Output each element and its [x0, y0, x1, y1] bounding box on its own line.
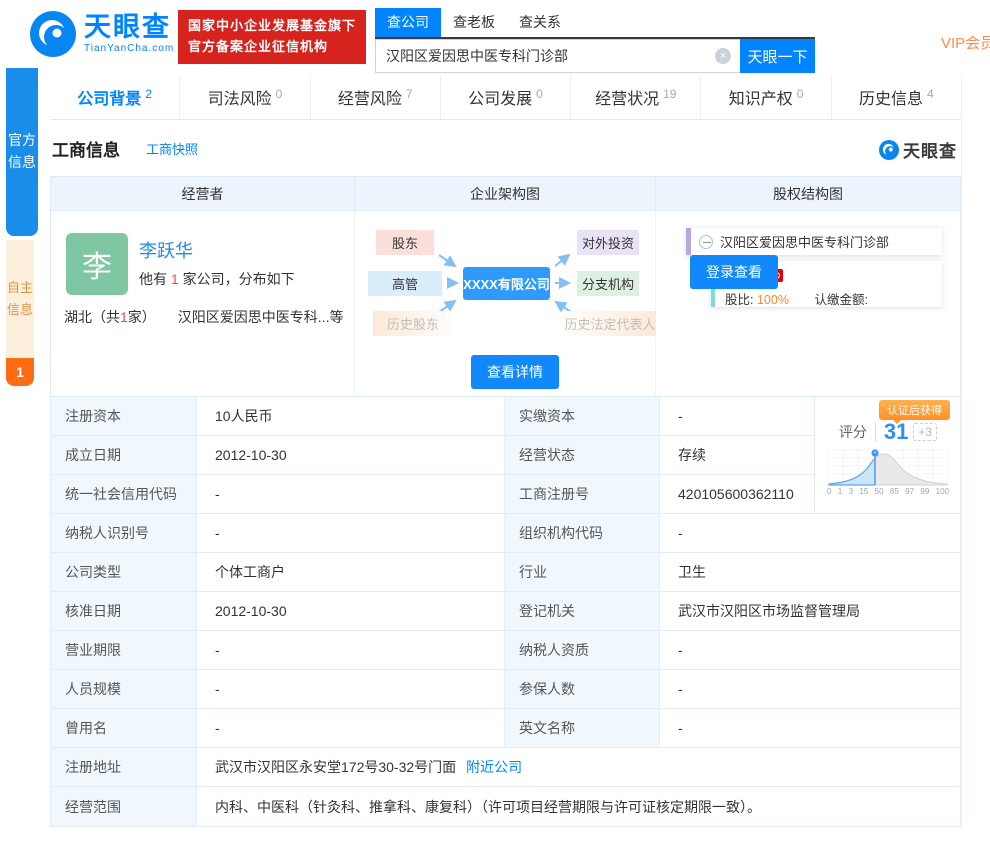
view-details-button[interactable]: 查看详情 — [471, 355, 559, 389]
operator-company-link[interactable]: 汉阳区爱因思中医专科...等 — [178, 309, 344, 325]
org-node-historical-legal-rep: 历史法定代表人 — [564, 311, 656, 336]
table-row: 公司类型 个体工商户 行业 卫生 — [51, 553, 960, 592]
tab-company-development[interactable]: 公司发展 0 — [439, 75, 570, 119]
gov-certification-badge: 国家中小企业发展基金旗下 官方备案企业征信机构 — [178, 10, 367, 64]
operator-name-link[interactable]: 李跃华 — [139, 237, 193, 263]
watermark-text: 天眼查 — [903, 142, 957, 161]
tab-operating-risk[interactable]: 经营风险 7 — [309, 75, 440, 119]
table-row: 曾用名 - 英文名称 - — [51, 709, 960, 748]
section-title: 工商信息 — [52, 140, 120, 160]
gov-badge-line2: 官方备案企业征信机构 — [188, 38, 329, 54]
org-chart-cell: 股东 高管 历史股东 XXXX有限公司 对外投资 分支机构 历史法定代表人 查看… — [355, 211, 656, 396]
search-button[interactable]: 天眼一下 — [740, 39, 815, 73]
equity-root-node: 汉阳区爱因思中医专科门诊部 — [686, 228, 942, 255]
tianyancha-logo-icon — [30, 11, 76, 57]
search-tabs: 查公司 查老板 查关系 — [375, 8, 815, 39]
table-row: 纳税人识别号 - 组织机构代码 - — [51, 514, 960, 553]
search-tab-company[interactable]: 查公司 — [375, 8, 441, 37]
search-tab-boss[interactable]: 查老板 — [441, 8, 507, 37]
search-area: 查公司 查老板 查关系 × 天眼一下 — [375, 8, 815, 73]
nearby-companies-link[interactable]: 附近公司 — [466, 757, 522, 777]
tab-company-background[interactable]: 公司背景 2 — [50, 75, 179, 119]
ratio-label: 股比: — [725, 293, 754, 307]
table-row-business-scope: 经营范围 内科、中医科（针灸科、推拿科、康复科）（许可项目经营期限与许可证核定期… — [51, 787, 960, 826]
ratio-value: 100% — [756, 293, 789, 307]
org-node-historical-shareholders: 历史股东 — [373, 311, 453, 336]
business-scope-text: 内科、中医科（针灸科、推拿科、康复科）（许可项目经营期限与许可证核定期限一致）。 — [215, 798, 761, 815]
tab-judicial-risk[interactable]: 司法风险 0 — [179, 75, 309, 119]
equity-root-company-name: 汉阳区爱因思中医专科门诊部 — [720, 235, 890, 250]
tab-history-info[interactable]: 历史信息 4 — [830, 75, 961, 119]
registered-address: 武汉市汉阳区永安堂172号30-32号门面 — [215, 759, 457, 775]
subscribed-amount-label: 认缴金额: — [814, 293, 868, 307]
section-header: 工商信息 工商快照 天眼查 — [50, 120, 961, 176]
logo-brand-text: 天眼查 — [84, 12, 171, 42]
org-node-outbound-investment: 对外投资 — [577, 230, 639, 255]
clear-search-icon[interactable]: × — [715, 48, 731, 64]
self-info-count-badge[interactable]: 1 — [6, 358, 34, 386]
panel-header-equity-chart: 股权结构图 — [773, 185, 843, 202]
table-row: 营业期限 - 纳税人资质 - — [51, 631, 960, 670]
operator-avatar[interactable]: 李 — [66, 233, 128, 295]
overview-panel: 经营者 企业架构图 股权结构图 李 李跃华 他有 1 家公司，分布如下 湖北（共… — [50, 176, 961, 397]
login-to-view-button[interactable]: 登录查看 — [690, 255, 778, 289]
org-node-branches: 分支机构 — [577, 271, 639, 296]
business-snapshot-link[interactable]: 工商快照 — [146, 139, 198, 158]
operator-cell: 李 李跃华 他有 1 家公司，分布如下 湖北（共1家） 汉阳区爱因思中医专科...… — [51, 211, 355, 396]
search-tab-relation[interactable]: 查关系 — [507, 8, 573, 37]
score-distribution-chart — [827, 449, 949, 486]
registration-table: 认证后获得 评分 31 +3 0 1 3 15 50 85 97 99 100 … — [50, 397, 961, 827]
search-input[interactable] — [375, 39, 740, 73]
table-row: 核准日期 2012-10-30 登记机关 武汉市汉阳区市场监督管理局 — [51, 592, 960, 631]
logo-domain-text: TianYanCha.com — [84, 43, 175, 54]
sidebar-tab-self-info[interactable]: 自主信息 — [6, 240, 34, 358]
org-node-executives: 高管 — [368, 271, 442, 296]
org-node-shareholders: 股东 — [376, 230, 434, 255]
score-label: 评分 — [839, 422, 876, 442]
company-nav-tabs: 公司背景 2 司法风险 0 经营风险 7 公司发展 0 经营状况 19 知识产权 0 历史信… — [50, 75, 961, 120]
score-value: 31 — [883, 419, 909, 444]
sidebar-tab-official-info[interactable]: 官方信息 — [6, 68, 38, 236]
table-row-address: 注册地址 武汉市汉阳区永安堂172号30-32号门面 附近公司 — [51, 748, 960, 787]
tianyancha-logo[interactable]: 天眼查 TianYanCha.com — [30, 11, 174, 57]
panel-header-operator: 经营者 — [51, 177, 355, 210]
panel-header-org-chart: 企业架构图 — [355, 177, 656, 210]
watermark-logo: 天眼查 — [879, 137, 957, 162]
certify-to-get-badge[interactable]: 认证后获得 — [879, 400, 950, 424]
company-score-panel: 认证后获得 评分 31 +3 0 1 3 15 50 85 97 99 100 — [814, 397, 960, 514]
score-delta: +3 — [913, 423, 938, 441]
equity-chart-cell: 汉阳区爱因思中医专科门诊部 李跃华 股比: 100% 认缴金额: 登录查看 — [656, 211, 960, 396]
org-node-company: XXXX有限公司 — [463, 267, 550, 300]
gov-badge-line1: 国家中小企业发展基金旗下 — [188, 18, 357, 33]
main-content: 公司背景 2 司法风险 0 经营风险 7 公司发展 0 经营状况 19 知识产权 0 历史信… — [50, 75, 962, 827]
vip-member-link[interactable]: VIP会员 — [941, 32, 990, 53]
operator-region-line: 湖北（共1家） 汉阳区爱因思中医专科...等 — [64, 309, 344, 325]
operator-description: 他有 1 家公司，分布如下 — [139, 271, 295, 287]
table-row: 人员规模 - 参保人数 - — [51, 670, 960, 709]
watermark-logo-icon — [879, 139, 899, 160]
score-chart-axis: 01 3 15 50 85 97 99 100 — [827, 487, 949, 496]
tab-operating-status[interactable]: 经营状况 19 — [570, 75, 700, 119]
tab-intellectual-property[interactable]: 知识产权 0 — [700, 75, 830, 119]
header: 天眼查 TianYanCha.com 国家中小企业发展基金旗下 官方备案企业征信… — [0, 0, 990, 73]
collapse-node-icon[interactable] — [699, 234, 713, 249]
